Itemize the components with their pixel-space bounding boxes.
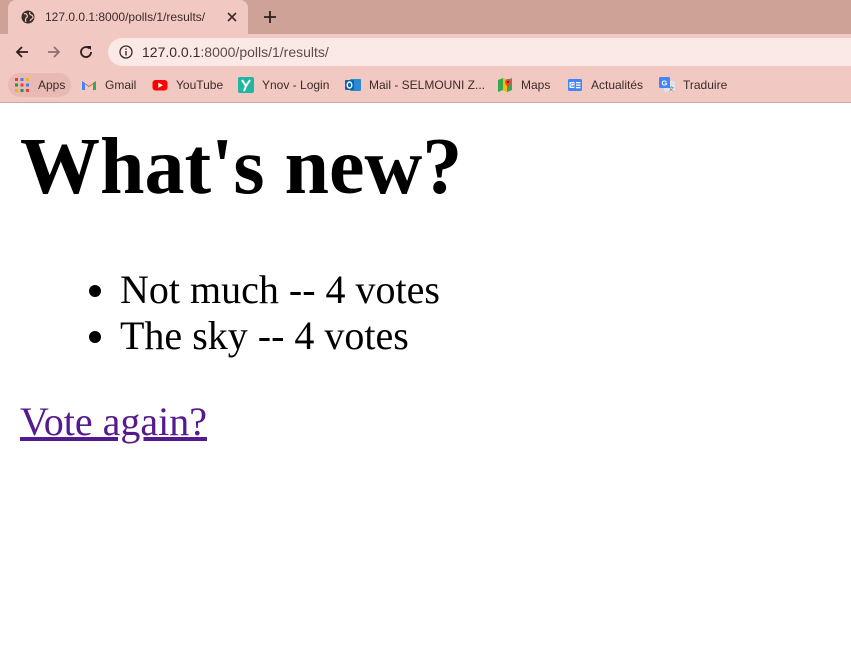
close-icon[interactable]	[224, 9, 240, 25]
youtube-icon	[152, 77, 168, 93]
url-path: :8000/polls/1/results/	[200, 44, 329, 60]
ynov-icon	[238, 77, 254, 93]
apps-grid-icon	[14, 77, 30, 93]
bookmark-label: Mail - SELMOUNI Z...	[369, 78, 486, 92]
bookmark-gmail[interactable]: Gmail	[81, 73, 136, 97]
bookmark-ynov[interactable]: Ynov - Login	[238, 73, 329, 97]
url-host: 127.0.0.1	[142, 44, 201, 60]
bookmark-label: Gmail	[105, 78, 137, 92]
address-bar[interactable]: 127.0.0.1:8000/polls/1/results/	[108, 38, 851, 66]
active-tab[interactable]: 127.0.0.1:8000/polls/1/results/	[8, 0, 248, 34]
outlook-icon	[345, 77, 361, 93]
bookmark-news[interactable]: G Actualités	[567, 73, 643, 97]
forward-button[interactable]	[42, 40, 66, 64]
gmail-icon	[81, 77, 97, 93]
maps-icon	[497, 77, 513, 93]
plus-icon	[263, 10, 277, 24]
forward-arrow-icon	[46, 44, 62, 60]
bookmark-translate[interactable]: G 文 Traduire	[659, 73, 727, 97]
bookmark-label: Apps	[38, 78, 66, 92]
tab-strip: 127.0.0.1:8000/polls/1/results/	[0, 0, 851, 34]
page-content: What's new? Not much -- 4 votes The sky …	[0, 103, 851, 668]
svg-text:G: G	[662, 79, 668, 88]
reload-icon	[78, 44, 94, 60]
info-icon[interactable]	[119, 45, 133, 59]
bookmark-apps[interactable]: Apps	[8, 73, 72, 97]
result-item: Not much -- 4 votes	[120, 267, 440, 313]
bookmark-label: Ynov - Login	[262, 78, 330, 92]
bookmark-label: YouTube	[176, 78, 224, 92]
back-arrow-icon	[14, 44, 30, 60]
back-button[interactable]	[10, 40, 34, 64]
tab-title: 127.0.0.1:8000/polls/1/results/	[45, 10, 206, 24]
bookmarks-bar: Apps Gmail YouTube Ynov - Login Mail - S…	[0, 70, 851, 103]
url-text: 127.0.0.1:8000/polls/1/results/	[142, 44, 329, 60]
vote-again-link[interactable]: Vote again?	[20, 399, 207, 445]
bookmark-maps[interactable]: Maps	[497, 73, 550, 97]
bookmark-label: Maps	[521, 78, 551, 92]
new-tab-button[interactable]	[258, 6, 282, 28]
reload-button[interactable]	[74, 40, 98, 64]
svg-text:文: 文	[669, 85, 675, 93]
result-item: The sky -- 4 votes	[120, 313, 440, 359]
translate-icon: G 文	[659, 77, 675, 93]
bookmark-label: Actualités	[591, 78, 644, 92]
globe-icon	[21, 10, 35, 24]
svg-text:G: G	[570, 83, 574, 89]
bookmark-label: Traduire	[683, 78, 728, 92]
news-icon: G	[567, 77, 583, 93]
browser-toolbar: 127.0.0.1:8000/polls/1/results/	[0, 34, 851, 70]
bookmark-youtube[interactable]: YouTube	[152, 73, 223, 97]
results-list: Not much -- 4 votes The sky -- 4 votes	[0, 267, 440, 359]
page-heading: What's new?	[20, 123, 463, 211]
bookmark-mail[interactable]: Mail - SELMOUNI Z...	[345, 73, 485, 97]
